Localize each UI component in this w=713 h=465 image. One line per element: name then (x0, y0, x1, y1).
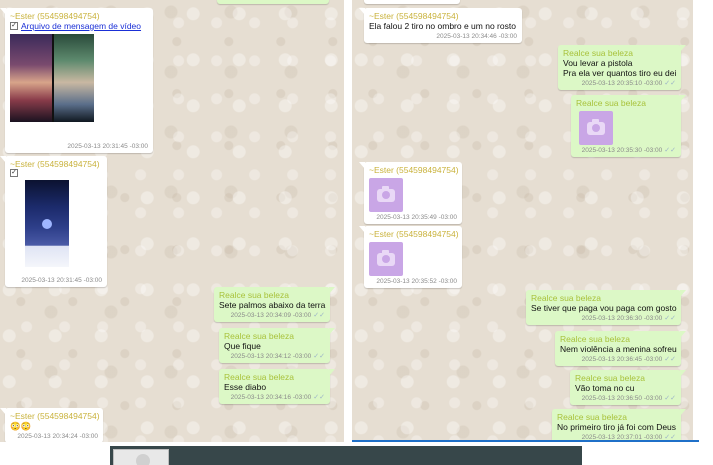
double-check-icon: ✓✓ (664, 356, 676, 363)
message-time-value: 2025-03-13 20:36:50 -03:00 (581, 395, 663, 402)
video-thumbnail[interactable] (10, 34, 94, 122)
double-check-icon: ✓✓ (664, 80, 676, 87)
double-check-icon: ✓✓ (313, 353, 325, 360)
message-time: 2025-03-13 20:36:30 -03:00 ✓✓ (531, 314, 676, 323)
panel-underline (352, 440, 699, 442)
checkbox-icon[interactable]: ✓ (10, 169, 18, 177)
message-bubble-outgoing[interactable]: Realce sua beleza Sete palmos abaixo da … (214, 287, 335, 322)
message-bubble-outgoing[interactable]: Realce sua beleza Se tiver que paga vou … (526, 290, 686, 325)
attachment-row: ✓ Arquivo de mensagem de vídeo (10, 21, 148, 31)
message-bubble-outgoing[interactable]: Realce sua beleza Esse diabo 2025-03-13 … (219, 369, 335, 404)
message-time: 2025-03-13 20:34:12 -03:00 ✓✓ (224, 352, 325, 361)
sender-name: Realce sua beleza (557, 412, 627, 422)
message-time-value: 2025-03-13 20:35:10 -03:00 (581, 80, 663, 87)
message-text: Vão toma no cu (575, 383, 635, 393)
avatar-icon (136, 454, 150, 465)
attachment-row: ✓ (10, 169, 102, 177)
sender-name: ~Ester (554598494754) (369, 229, 459, 239)
message-time: 2025-03-13 20:35:49 -03:00 (376, 214, 457, 221)
checkbox-icon[interactable]: ✓ (10, 22, 18, 30)
message-text: Nem violência a menina sofreu (560, 344, 677, 354)
sender-name: Realce sua beleza (219, 290, 289, 300)
message-time-value: 2025-03-13 20:34:09 -03:00 (230, 312, 312, 319)
message-bubble-outgoing[interactable]: Realce sua beleza Vou levar a pistola Pr… (558, 45, 686, 90)
sender-name: Realce sua beleza (563, 48, 633, 58)
message-text: Ela falou 2 tiro no ombro e um no rosto (369, 21, 516, 31)
video-attachment-link[interactable]: Arquivo de mensagem de vídeo (21, 21, 141, 31)
message-time: 2025-03-13 20:35:10 -03:00 ✓✓ (563, 79, 676, 88)
message-bubble-incoming-photo[interactable]: ~Ester (554598494754) 2025-03-13 20:35:4… (359, 162, 462, 224)
camera-icon[interactable] (579, 111, 613, 145)
message-bubble-outgoing[interactable]: Realce sua beleza Que fique 2025-03-13 2… (219, 328, 335, 363)
message-text: Esse diabo (224, 382, 267, 392)
sender-name: ~Ester (554598494754) (10, 11, 100, 21)
message-bubble-partial (359, 0, 460, 4)
sender-name: ~Ester (554598494754) (369, 165, 459, 175)
panel-divider (344, 0, 352, 442)
message-text: Vou levar a pistola (563, 58, 633, 68)
double-check-icon: ✓✓ (313, 312, 325, 319)
message-bubble-outgoing[interactable]: Realce sua beleza Vão toma no cu 2025-03… (570, 370, 686, 405)
camera-icon-body (587, 118, 605, 135)
double-check-icon: ✓✓ (664, 147, 676, 154)
message-bubble-partial (217, 0, 334, 4)
message-time-value: 2025-03-13 20:34:16 -03:00 (230, 394, 312, 401)
sender-name: Realce sua beleza (576, 98, 646, 108)
camera-icon-body (377, 185, 395, 202)
sender-name: Realce sua beleza (224, 372, 294, 382)
double-check-icon: ✓✓ (664, 395, 676, 402)
sender-name: Realce sua beleza (224, 331, 294, 341)
message-text: No primeiro tiro já foi com Deus (557, 422, 677, 432)
sender-name: Realce sua beleza (531, 293, 601, 303)
sender-name: Realce sua beleza (560, 334, 630, 344)
video-frame-right (53, 34, 94, 122)
message-text: 😳😳 (10, 421, 32, 431)
message-bubble-incoming[interactable]: ~Ester (554598494754) Ela falou 2 tiro n… (359, 8, 522, 43)
message-time: 2025-03-13 20:35:30 -03:00 ✓✓ (576, 146, 676, 155)
double-check-icon: ✓✓ (313, 394, 325, 401)
message-time-value: 2025-03-13 20:35:30 -03:00 (581, 147, 663, 154)
message-bubble-incoming[interactable]: ~Ester (554598494754) 😳😳 2025-03-13 20:3… (0, 408, 103, 442)
message-bubble-outgoing[interactable]: Realce sua beleza No primeiro tiro já fo… (552, 409, 686, 442)
message-bubble-outgoing-photo[interactable]: Realce sua beleza 2025-03-13 20:35:30 -0… (571, 95, 686, 157)
camera-icon[interactable] (369, 242, 403, 276)
sender-name: ~Ester (554598494754) (10, 411, 100, 421)
avatar[interactable] (113, 449, 169, 465)
sender-name: ~Ester (554598494754) (10, 159, 100, 169)
message-time: 2025-03-13 20:36:50 -03:00 ✓✓ (575, 394, 676, 403)
message-text: Que fique (224, 341, 261, 351)
double-check-icon: ✓✓ (664, 315, 676, 322)
camera-icon[interactable] (369, 178, 403, 212)
message-time-value: 2025-03-13 20:34:12 -03:00 (230, 353, 312, 360)
message-time: 2025-03-13 20:34:09 -03:00 ✓✓ (219, 311, 325, 320)
message-text-line-2: Pra ela ver quantos tiro eu dei (563, 68, 677, 78)
sender-name: ~Ester (554598494754) (369, 11, 459, 21)
message-text: Sete palmos abaixo da terra (219, 300, 326, 310)
message-time: 2025-03-13 20:36:45 -03:00 ✓✓ (560, 355, 676, 364)
message-time: 2025-03-13 20:31:45 -03:00 (21, 277, 102, 284)
message-time: 2025-03-13 20:34:16 -03:00 ✓✓ (224, 393, 325, 402)
chat-panel-right: ~Ester (554598494754) Ela falou 2 tiro n… (352, 0, 693, 442)
message-bubble-incoming-video[interactable]: ~Ester (554598494754) ✓ Arquivo de mensa… (0, 8, 153, 153)
message-bubble-outgoing[interactable]: Realce sua beleza Nem violência a menina… (555, 331, 686, 366)
message-time: 2025-03-13 20:34:46 -03:00 (436, 33, 517, 40)
sender-name: Realce sua beleza (575, 373, 645, 383)
message-bubble-incoming-photo[interactable]: ~Ester (554598494754) 2025-03-13 20:35:5… (359, 226, 462, 288)
message-text: Se tiver que paga vou paga com gosto (531, 303, 677, 313)
message-time-value: 2025-03-13 20:36:45 -03:00 (581, 356, 663, 363)
message-bubble-incoming-image[interactable]: ~Ester (554598494754) ✓ 2025-03-13 20:31… (0, 156, 107, 287)
message-time: 2025-03-13 20:34:24 -03:00 (17, 433, 98, 440)
camera-icon-body (377, 249, 395, 266)
message-time: 2025-03-13 20:31:45 -03:00 (67, 143, 148, 150)
message-time: 2025-03-13 20:35:52 -03:00 (376, 278, 457, 285)
video-frame-left (10, 34, 52, 122)
chat-panel-left: ~Ester (554598494754) ✓ Arquivo de mensa… (0, 0, 344, 442)
bottom-bar (110, 446, 582, 465)
message-time-value: 2025-03-13 20:36:30 -03:00 (581, 315, 663, 322)
image-thumbnail[interactable] (25, 180, 69, 267)
